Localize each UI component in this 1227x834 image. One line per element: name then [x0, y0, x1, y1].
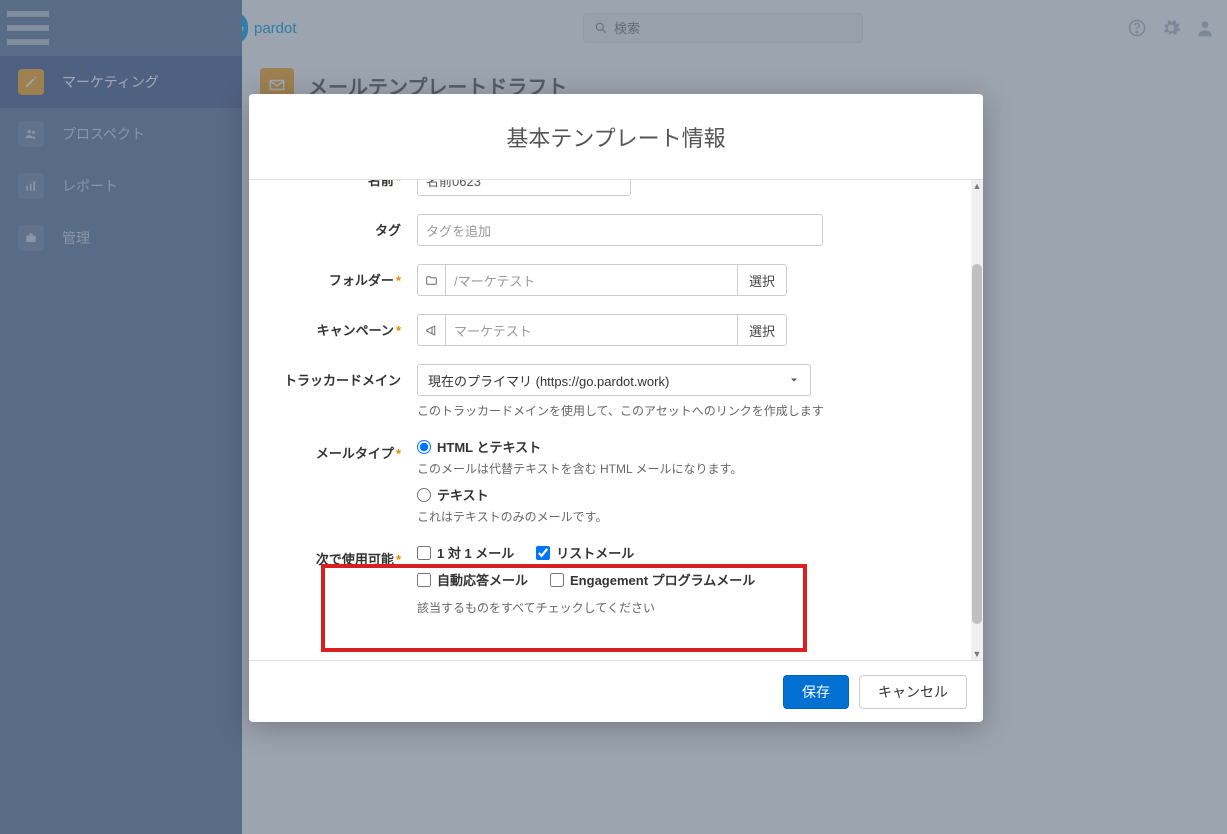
- chevron-down-icon: [788, 374, 800, 386]
- radio-text-label: テキスト: [437, 485, 489, 504]
- radio-html-label: HTML とテキスト: [437, 437, 541, 456]
- check-one-to-one[interactable]: 1 対 1 メール: [417, 543, 514, 562]
- check-engagement-input[interactable]: [550, 573, 564, 587]
- radio-text-input[interactable]: [417, 488, 431, 502]
- mailtype-label: メールタイプ*: [259, 437, 417, 462]
- megaphone-icon: [417, 314, 445, 346]
- tracker-label: トラッカードメイン: [259, 364, 417, 389]
- radio-text-only[interactable]: テキスト: [417, 485, 955, 504]
- campaign-input-group: マーケテスト 選択: [417, 314, 787, 346]
- radio-html-text[interactable]: HTML とテキスト: [417, 437, 955, 456]
- folder-input[interactable]: /マーケテスト: [445, 264, 737, 296]
- check-auto-reply[interactable]: 自動応答メール: [417, 570, 528, 589]
- tracker-select[interactable]: 現在のプライマリ (https://go.pardot.work): [417, 364, 811, 396]
- check-auto-reply-input[interactable]: [417, 573, 431, 587]
- check-one-to-one-input[interactable]: [417, 546, 431, 560]
- name-input[interactable]: [417, 180, 631, 196]
- tag-label: タグ: [259, 214, 417, 239]
- tracker-help: このトラッカードメインを使用して、このアセットへのリンクを作成します: [417, 402, 955, 419]
- modal-title: 基本テンプレート情報: [249, 94, 983, 180]
- radio-html-input[interactable]: [417, 440, 431, 454]
- campaign-label: キャンペーン*: [259, 314, 417, 339]
- save-button[interactable]: 保存: [783, 675, 849, 709]
- scroll-down-arrow[interactable]: ▼: [972, 648, 982, 660]
- available-label: 次で使用可能*: [259, 543, 417, 568]
- template-info-modal: 基本テンプレート情報 名前* タグ タグを追加 フォルダー*: [249, 94, 983, 722]
- tracker-value: 現在のプライマリ (https://go.pardot.work): [428, 371, 669, 390]
- folder-input-group: /マーケテスト 選択: [417, 264, 787, 296]
- folder-label: フォルダー*: [259, 264, 417, 289]
- scrollbar-thumb[interactable]: [972, 264, 982, 624]
- campaign-select-button[interactable]: 選択: [737, 314, 787, 346]
- mailtype-html-help: このメールは代替テキストを含む HTML メールになります。: [417, 460, 955, 477]
- folder-icon: [417, 264, 445, 296]
- available-help: 該当するものをすべてチェックしてください: [417, 599, 955, 616]
- check-engagement[interactable]: Engagement プログラムメール: [550, 570, 755, 589]
- check-list-mail-input[interactable]: [536, 546, 550, 560]
- name-label: 名前*: [259, 180, 417, 189]
- scrollbar[interactable]: ▲ ▼: [971, 180, 983, 660]
- tag-input[interactable]: タグを追加: [417, 214, 823, 246]
- modal-footer: 保存 キャンセル: [249, 660, 983, 722]
- modal-body: 名前* タグ タグを追加 フォルダー* /マーケテスト: [249, 180, 983, 660]
- campaign-input[interactable]: マーケテスト: [445, 314, 737, 346]
- cancel-button[interactable]: キャンセル: [859, 675, 967, 709]
- folder-select-button[interactable]: 選択: [737, 264, 787, 296]
- mailtype-text-help: これはテキストのみのメールです。: [417, 508, 955, 525]
- scroll-up-arrow[interactable]: ▲: [972, 180, 982, 192]
- check-list-mail[interactable]: リストメール: [536, 543, 634, 562]
